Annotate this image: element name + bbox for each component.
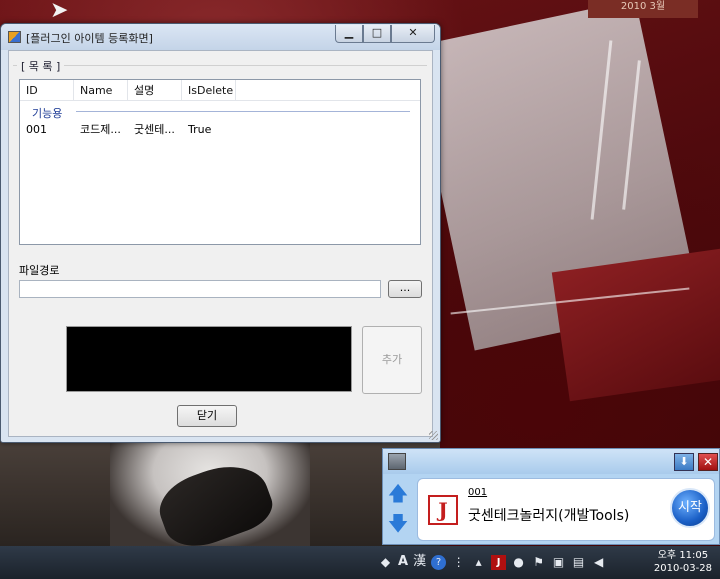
help-icon[interactable]: ? <box>431 554 447 570</box>
close-button[interactable]: 닫기 <box>177 405 237 427</box>
plugin-register-window: [플러그인 아이템 등록화면] ▁ □ ✕ [ 목 록 ] ID Name 설명… <box>0 23 441 443</box>
launcher-box-icon[interactable] <box>388 453 406 470</box>
clock-time: 오후 11:05 <box>657 550 709 561</box>
arrow-up-icon[interactable]: 🡅 <box>386 478 410 508</box>
app-tray-icon[interactable]: ● <box>511 552 526 572</box>
ime-settings-icon[interactable]: ⋮ <box>451 552 466 572</box>
desktop-calendar-gadget[interactable]: 2010 3월 <box>588 0 698 18</box>
launcher-toolbar: ⬇ ✕ <box>383 449 719 474</box>
network-icon[interactable]: ▤ <box>571 552 586 572</box>
gem-icon[interactable]: ◆ <box>378 552 393 572</box>
cell-isdelete: True <box>188 123 212 136</box>
maximize-button[interactable]: □ <box>363 25 391 43</box>
cell-description: 굿센테... <box>134 123 175 136</box>
group-divider <box>13 65 427 66</box>
taskbar: ◆ A 漢 ? ⋮ ▴ J ● ⚑ ▣ ▤ ◀ 오후 11:05 2010-03… <box>0 546 720 579</box>
mouse-cursor-icon: ➤ <box>50 0 69 23</box>
minimize-button[interactable]: ▁ <box>335 25 363 43</box>
list-item[interactable]: 001 코드제... 굿센테... True <box>20 122 236 138</box>
window-title: [플러그인 아이템 등록화면] <box>26 32 153 45</box>
list-header: ID Name 설명 IsDelete <box>20 80 420 101</box>
company-logo-icon: J <box>428 495 458 525</box>
clock-date: 2010-03-28 <box>653 563 712 574</box>
add-button[interactable]: 추가 <box>362 326 422 394</box>
preview-area <box>66 326 352 392</box>
column-header-isdelete[interactable]: IsDelete <box>182 80 236 101</box>
ime-mode-indicator[interactable]: A <box>398 552 408 572</box>
wallpaper-poster-red <box>551 248 720 402</box>
start-button[interactable]: 시작 <box>670 488 710 528</box>
column-header-description[interactable]: 설명 <box>128 80 182 101</box>
resize-grip[interactable] <box>429 431 438 440</box>
file-path-label: 파일경로 <box>19 264 60 277</box>
volume-icon[interactable]: ◀ <box>591 552 606 572</box>
cell-name: 코드제... <box>80 123 121 136</box>
item-code[interactable]: 001 <box>468 487 487 498</box>
file-path-input[interactable] <box>19 280 381 298</box>
launcher-widget: ⬇ ✕ 🡅 🡇 J 001 굿센테크놀러지(개발Tools) 시작 <box>382 448 720 545</box>
launcher-nav: 🡅 🡇 <box>386 478 410 542</box>
device-icon[interactable]: ▣ <box>551 552 566 572</box>
column-header-name[interactable]: Name <box>74 80 128 101</box>
plugin-list-view[interactable]: ID Name 설명 IsDelete 기능용 001 코드제... 굿센테..… <box>19 79 421 245</box>
flag-icon[interactable]: ⚑ <box>531 552 546 572</box>
browse-button[interactable]: ... <box>388 280 422 298</box>
list-group-header: 기능용 <box>32 107 63 120</box>
title-bar[interactable]: [플러그인 아이템 등록화면] ▁ □ ✕ <box>1 24 440 50</box>
system-clock[interactable]: 오후 11:05 2010-03-28 <box>654 549 712 575</box>
close-window-button[interactable]: ✕ <box>391 25 435 43</box>
launcher-tray-icon[interactable]: J <box>491 554 507 570</box>
window-controls: ▁ □ ✕ <box>335 25 435 43</box>
dialog-client-area: [ 목 록 ] ID Name 설명 IsDelete 기능용 001 코드제.… <box>8 50 433 437</box>
column-header-id[interactable]: ID <box>20 80 74 101</box>
launcher-close-icon[interactable]: ✕ <box>698 453 718 471</box>
app-icon <box>8 31 21 43</box>
list-group-label: [ 목 록 ] <box>17 58 65 74</box>
item-name: 굿센테크놀러지(개발Tools) <box>468 508 630 524</box>
list-group-divider <box>76 111 410 112</box>
cell-id: 001 <box>26 123 47 136</box>
arrow-down-icon[interactable]: 🡇 <box>386 508 410 538</box>
download-icon[interactable]: ⬇ <box>674 453 694 471</box>
ime-hanja-indicator[interactable]: 漢 <box>413 552 426 572</box>
system-tray: ◆ A 漢 ? ⋮ ▴ J ● ⚑ ▣ ▤ ◀ <box>378 552 611 572</box>
tray-expand-icon[interactable]: ▴ <box>471 552 486 572</box>
launcher-item-card[interactable]: J 001 굿센테크놀러지(개발Tools) 시작 <box>417 478 715 541</box>
